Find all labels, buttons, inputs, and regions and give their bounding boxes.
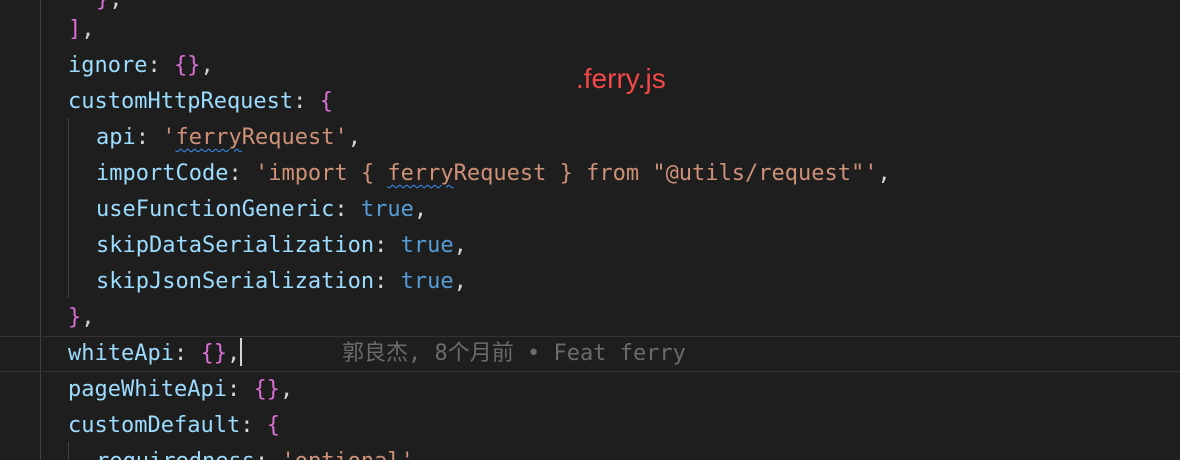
text-cursor [240,338,243,366]
comma: , [109,0,122,12]
bracket-close: ] [68,17,82,42]
property-key: customHttpRequest [68,89,294,114]
brace-close: } [68,305,82,330]
colon: : [135,125,149,150]
property-key: skipJsonSerialization [96,269,375,294]
comma: , [414,449,427,460]
colon: : [255,449,268,460]
colon: : [228,161,242,186]
brace-close: } [96,0,109,12]
colon: : [334,197,348,222]
brace-open: { [319,89,333,114]
property-key: customDefault [68,413,241,438]
spell-check-squiggle[interactable]: ferry [176,125,242,150]
property-key: pageWhiteApi [68,377,227,402]
colon: : [374,269,388,294]
string-value: 'optional' [281,449,413,460]
boolean-value: true [360,197,414,222]
code-line-requiredness[interactable]: requiredness: 'optional', [0,444,1180,460]
brace-open: { [266,413,280,438]
object-value: {} [173,53,201,78]
code-line-customDefault[interactable]: customDefault: { [0,408,1180,444]
colon: : [226,377,241,402]
colon: : [293,89,307,114]
comma: , [200,53,214,78]
filename-annotation: .ferry.js [576,63,666,94]
comma: , [453,269,467,294]
property-key: requiredness [96,449,255,460]
comma: , [226,341,241,366]
code-line-pageWhiteApi[interactable]: pageWhiteApi: {}, [0,372,1180,408]
comma: , [81,305,95,330]
git-blame-annotation[interactable]: 郭良杰, 8个月前 • Feat ferry [342,337,686,371]
code-line-close[interactable]: }, [0,300,1180,336]
colon: : [374,233,388,258]
string-value: 'import { [254,161,388,186]
comma: , [877,161,891,186]
object-value: {} [200,341,227,366]
code-line-api[interactable]: api: 'ferryRequest', [0,120,1180,156]
comma: , [347,125,361,150]
code-line-useFunctionGeneric[interactable]: useFunctionGeneric: true, [0,192,1180,228]
boolean-value: true [400,269,454,294]
colon: : [173,341,188,366]
code-line[interactable]: ], [0,12,1180,48]
property-key: ignore [68,53,148,78]
code-line-importCode[interactable]: importCode: 'import { ferryRequest } fro… [0,156,1180,192]
string-value: Request } from "@utils/request"' [453,161,878,186]
property-key: useFunctionGeneric [96,197,335,222]
code-line-skipJsonSerialization[interactable]: skipJsonSerialization: true, [0,264,1180,300]
comma: , [453,233,467,258]
property-key: whiteApi [68,341,174,366]
boolean-value: true [400,233,454,258]
comma: , [413,197,428,222]
spell-check-squiggle[interactable]: ferry [387,161,453,186]
code-editor[interactable]: }, ], ignore: {}, customHttpRequest: { a… [0,0,1180,460]
comma: , [81,17,95,42]
string-value: Request' [241,125,348,150]
code-line-whiteApi-active[interactable]: whiteApi: {}, 郭良杰, 8个月前 • Feat ferry [0,336,1180,372]
string-quote: ' [162,125,176,150]
colon: : [147,53,161,78]
property-key: skipDataSerialization [96,233,375,258]
colon: : [240,413,254,438]
object-value: {} [253,377,280,402]
comma: , [279,377,294,402]
code-line-skipDataSerialization[interactable]: skipDataSerialization: true, [0,228,1180,264]
property-key: importCode [96,161,229,186]
property-key: api [96,125,136,150]
